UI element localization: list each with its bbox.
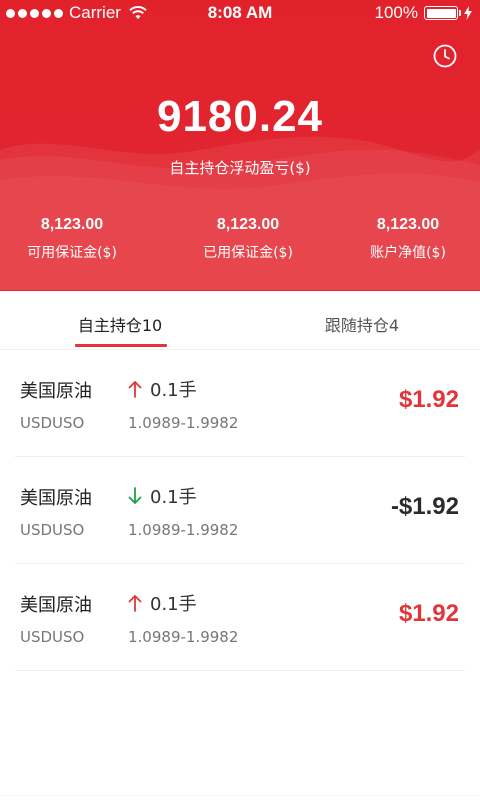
available-margin-label: 可用保证金($) (27, 245, 117, 261)
charging-icon (464, 6, 472, 20)
position-lots: 0.1手 (128, 376, 197, 402)
clock-icon[interactable] (432, 43, 458, 69)
floating-pnl-label: 自主持仓浮动盈亏($) (169, 159, 311, 177)
positions-list: 美国原油 0.1手 USDUSO 1.0989-1.9982 $1.92 美国原… (0, 350, 480, 671)
active-tab-indicator (75, 344, 167, 347)
instrument-code: USDUSO (20, 628, 85, 646)
instrument-name: 美国原油 (20, 488, 92, 509)
lots-value: 0.1手 (150, 594, 197, 615)
arrow-up-icon (128, 595, 142, 612)
available-margin-stat: 8,123.00 可用保证金($) (0, 216, 152, 262)
used-margin-value: 8,123.00 (216, 216, 280, 233)
position-pnl: $1.92 (398, 386, 459, 413)
used-margin-label: 已用保证金($) (203, 245, 293, 261)
wave-decoration (0, 136, 480, 290)
arrow-down-icon (128, 487, 142, 504)
price-range: 1.0989-1.9982 (128, 521, 239, 539)
position-tabs: 自主持仓10 跟随持仓4 (0, 291, 480, 350)
battery-status: 100% (375, 3, 472, 23)
instrument-name: 美国原油 (20, 595, 92, 616)
instrument-code: USDUSO (20, 414, 85, 432)
instrument-code: USDUSO (20, 521, 85, 539)
account-equity-label: 账户净值($) (370, 245, 446, 261)
account-equity-stat: 8,123.00 账户净值($) (328, 216, 480, 262)
available-margin-value: 8,123.00 (40, 216, 104, 233)
status-bar: Carrier 8:08 AM 100% (0, 0, 480, 26)
instrument-name: 美国原油 (20, 381, 92, 402)
position-row[interactable]: 美国原油 0.1手 USDUSO 1.0989-1.9982 $1.92 (15, 350, 465, 457)
battery-percent: 100% (374, 3, 418, 22)
price-range: 1.0989-1.9982 (128, 414, 239, 432)
tab-follow-positions[interactable]: 跟随持仓4 (262, 291, 462, 349)
lots-value: 0.1手 (150, 487, 197, 508)
position-row[interactable]: 美国原油 0.1手 USDUSO 1.0989-1.9982 $1.92 (15, 564, 465, 671)
position-pnl: $1.92 (398, 600, 459, 627)
lots-value: 0.1手 (150, 380, 197, 401)
price-range: 1.0989-1.9982 (128, 628, 239, 646)
position-row[interactable]: 美国原油 0.1手 USDUSO 1.0989-1.9982 -$1.92 (15, 457, 465, 564)
header-panel: Carrier 8:08 AM 100% 9180.24 自主持仓浮动盈亏($)… (0, 0, 480, 291)
position-lots: 0.1手 (128, 483, 197, 509)
used-margin-stat: 8,123.00 已用保证金($) (168, 216, 328, 262)
battery-icon (424, 6, 461, 20)
account-equity-value: 8,123.00 (376, 216, 440, 233)
position-lots: 0.1手 (128, 590, 197, 616)
tab-follow-positions-label: 跟随持仓4 (324, 316, 400, 335)
arrow-up-icon (128, 381, 142, 398)
bottom-divider (0, 795, 480, 796)
position-pnl: -$1.92 (390, 493, 459, 520)
tab-own-positions-label: 自主持仓10 (77, 316, 163, 335)
floating-pnl-value: 9180.24 (156, 92, 324, 141)
tab-own-positions[interactable]: 自主持仓10 (20, 291, 220, 349)
